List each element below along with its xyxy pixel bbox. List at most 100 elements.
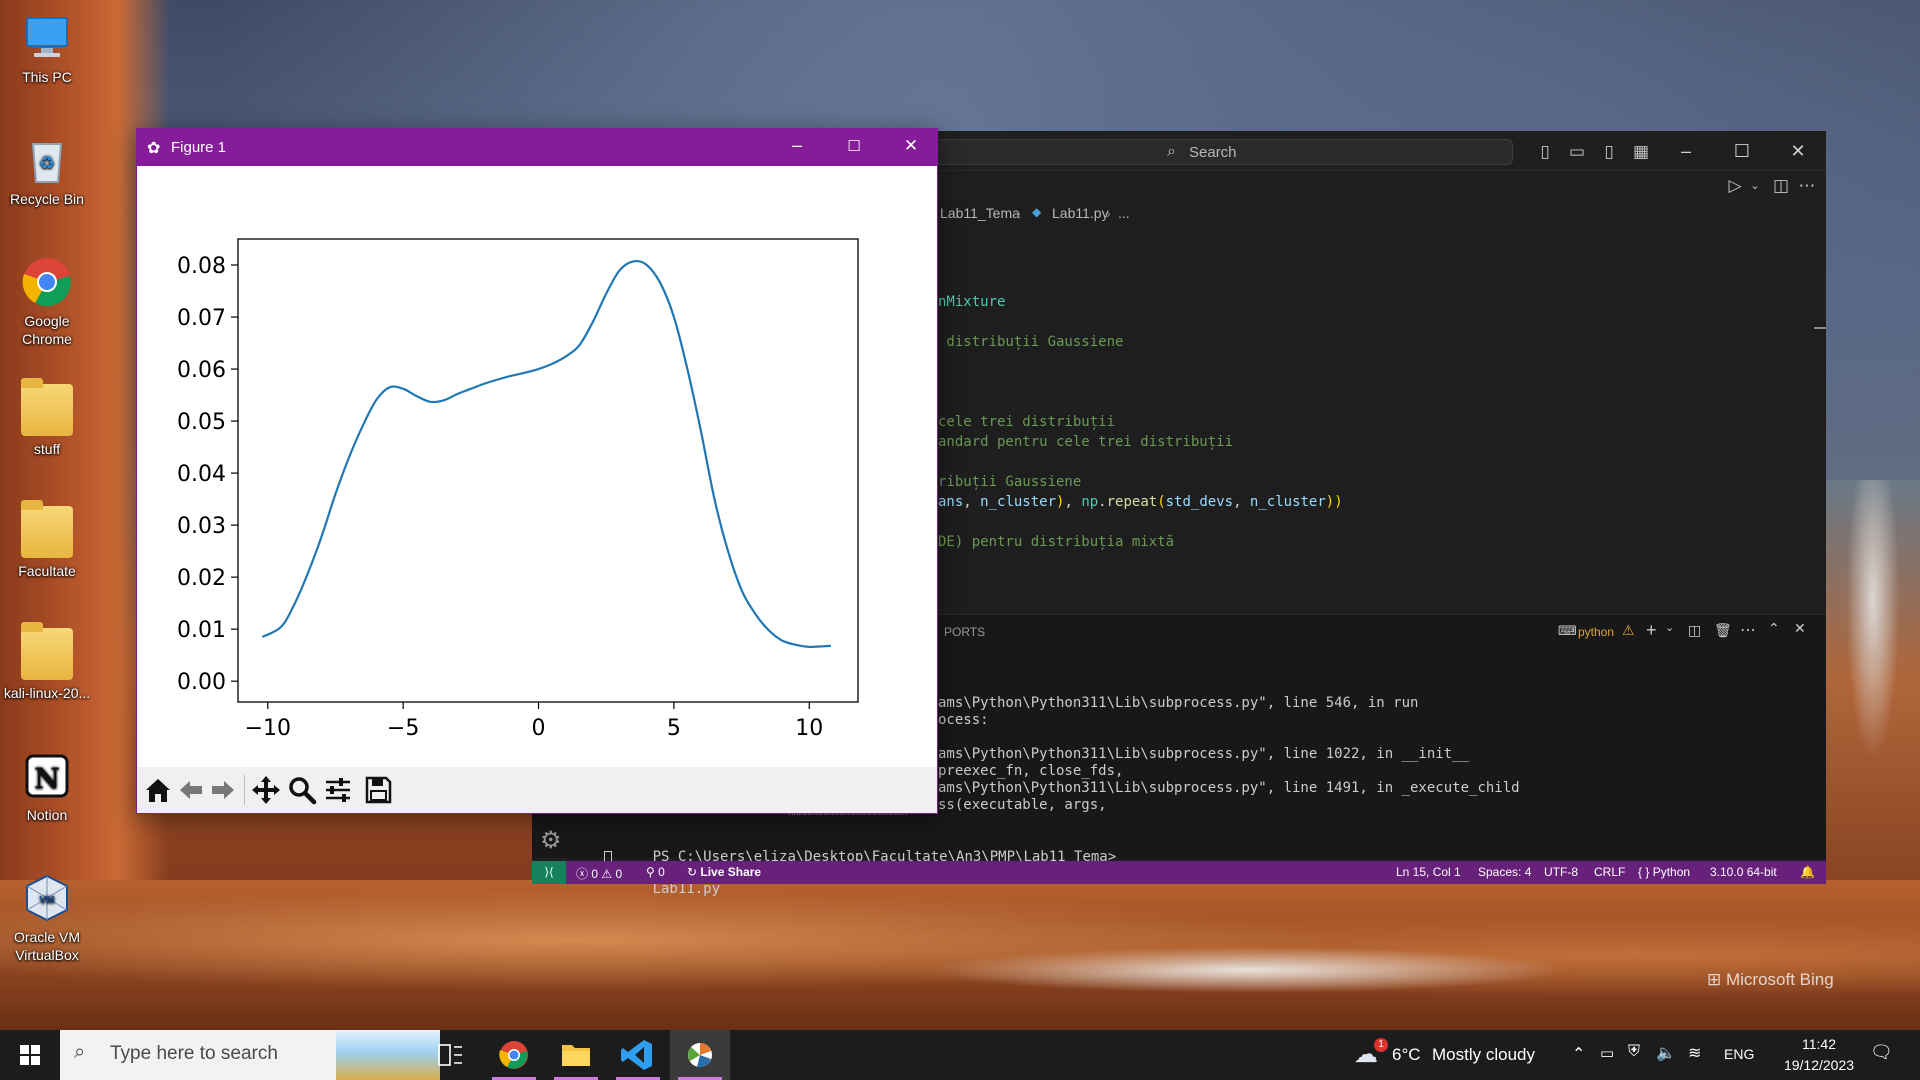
- remote-indicator-icon[interactable]: ⟩⟨: [532, 861, 566, 884]
- axes-frame: [237, 238, 859, 703]
- gear-icon[interactable]: ⚙: [540, 826, 562, 855]
- split-terminal-icon[interactable]: ◫: [1688, 622, 1701, 639]
- code-token: cele trei distribuții: [938, 414, 1116, 430]
- breadcrumb-file[interactable]: Lab11.py: [1052, 205, 1109, 221]
- back-icon[interactable]: [174, 773, 208, 807]
- customize-layout-icon[interactable]: ▦: [1628, 139, 1654, 165]
- home-icon[interactable]: [141, 773, 175, 807]
- terminal-line: ss(executable, args,: [938, 797, 1107, 813]
- y-tick-label: 0.05: [177, 410, 226, 435]
- code-token: ,: [1064, 494, 1082, 510]
- configure-subplots-icon[interactable]: [321, 773, 355, 807]
- taskbar-search-box[interactable]: ⌕ Type here to search: [60, 1030, 440, 1080]
- notifications-icon[interactable]: 🗨: [1870, 1042, 1893, 1063]
- taskbar-chrome[interactable]: [484, 1030, 544, 1080]
- desktop-icon-notion[interactable]: N Notion: [2, 750, 92, 824]
- pan-icon[interactable]: [249, 773, 283, 807]
- desktop-icon-recycle-bin[interactable]: ♻ Recycle Bin: [2, 134, 92, 208]
- chevron-down-icon[interactable]: ⌄: [1742, 173, 1768, 199]
- desktop-icon-stuff[interactable]: stuff: [2, 378, 92, 458]
- live-share-button[interactable]: ↻ Live Share: [687, 865, 761, 879]
- code-line: distribuții Gaussiene: [938, 334, 1123, 354]
- eol-status[interactable]: CRLF: [1594, 865, 1625, 879]
- maximize-icon[interactable]: ☐: [1714, 131, 1770, 171]
- desktop-icon-this-pc[interactable]: This PC: [2, 12, 92, 86]
- weather-widget[interactable]: ☁ 1 6°C Mostly cloudy: [1350, 1030, 1550, 1080]
- zoom-icon[interactable]: [285, 773, 319, 807]
- cursor-position[interactable]: Ln 15, Col 1: [1396, 865, 1461, 879]
- svg-text:VM: VM: [40, 895, 55, 906]
- python-file-icon: ◆: [1032, 205, 1042, 219]
- desktop-icon-facultate[interactable]: Facultate: [2, 500, 92, 580]
- close-icon[interactable]: ✕: [891, 136, 931, 156]
- maximize-panel-icon[interactable]: ⌃: [1768, 620, 1780, 637]
- y-tick-label: 0.03: [177, 514, 226, 539]
- x-axis: −10 −5 0 5 10: [245, 702, 823, 741]
- clock[interactable]: 11:42 19/12/2023: [1776, 1034, 1862, 1076]
- taskbar-vscode[interactable]: [608, 1030, 668, 1080]
- start-button[interactable]: [0, 1030, 60, 1080]
- wallpaper-rock-right: [1826, 480, 1920, 880]
- kde-plot[interactable]: 0.00 0.01 0.02 0.03 0.04 0.05 0.06 0.07 0.08 −10…: [137, 166, 937, 766]
- tab-ports[interactable]: PORTS: [944, 625, 985, 639]
- close-panel-icon[interactable]: ✕: [1794, 620, 1806, 637]
- task-view-icon[interactable]: [420, 1030, 480, 1080]
- status-bar: ⟩⟨ ⓧ 0 ⚠ 0 ⚲ 0 ↻ Live Share Ln 15, Col 1…: [532, 861, 1826, 884]
- python-interpreter[interactable]: 3.10.0 64-bit: [1710, 865, 1777, 879]
- toggle-secondary-sidebar-icon[interactable]: ▯: [1596, 139, 1622, 165]
- desktop-icon-label: Google Chrome: [22, 313, 72, 347]
- x-tick-label: −5: [387, 716, 419, 741]
- breadcrumb-folder[interactable]: Lab11_Tema: [940, 205, 1020, 221]
- taskbar-python-figure[interactable]: [670, 1030, 730, 1080]
- folder-icon: [21, 500, 73, 558]
- trash-icon[interactable]: 🗑: [1714, 622, 1732, 639]
- command-center-search[interactable]: ⌕ Search: [934, 139, 1513, 165]
- toolbar-separator: [244, 775, 245, 805]
- toggle-panel-icon[interactable]: ▭: [1564, 139, 1590, 165]
- wifi-icon[interactable]: ≋: [1688, 1043, 1701, 1063]
- forward-icon[interactable]: [206, 773, 240, 807]
- x-tick-label: 10: [795, 716, 823, 741]
- indentation-status[interactable]: Spaces: 4: [1478, 865, 1531, 879]
- close-icon[interactable]: ✕: [1770, 131, 1826, 171]
- taskbar-file-explorer[interactable]: [546, 1030, 606, 1080]
- y-tick-label: 0.01: [177, 618, 226, 643]
- encoding-status[interactable]: UTF-8: [1544, 865, 1578, 879]
- error-count: 0: [591, 867, 599, 881]
- maximize-icon[interactable]: ☐: [834, 137, 874, 155]
- desktop-icon-label: Facultate: [18, 563, 76, 579]
- breadcrumb-symbol[interactable]: ...: [1118, 205, 1130, 221]
- save-icon[interactable]: [361, 773, 395, 807]
- language-indicator[interactable]: ENG: [1724, 1046, 1754, 1062]
- battery-icon[interactable]: ▭: [1600, 1044, 1614, 1062]
- figure-titlebar[interactable]: ✿ Figure 1 – ☐ ✕: [137, 129, 937, 166]
- figure-window: ✿ Figure 1 – ☐ ✕ 0.00 0.01 0.02 0.03 0.04 0.0…: [136, 128, 938, 814]
- errors-warnings-status[interactable]: ⓧ 0 ⚠ 0: [576, 865, 622, 882]
- recycle-bin-icon: ♻: [21, 134, 73, 186]
- x-tick-label: 0: [532, 716, 546, 741]
- notifications-bell-icon[interactable]: 🔔: [1800, 865, 1815, 879]
- security-shield-icon[interactable]: ⛨: [1628, 1043, 1640, 1061]
- folder-icon: [562, 1045, 590, 1066]
- ports-status[interactable]: ⚲ 0: [646, 865, 665, 879]
- terminal-name[interactable]: python: [1578, 625, 1614, 639]
- desktop-icon-virtualbox[interactable]: VM Oracle VM VirtualBox: [2, 872, 92, 964]
- volume-icon[interactable]: 🔈: [1656, 1043, 1676, 1063]
- chevron-down-icon[interactable]: ⌄: [1665, 621, 1674, 634]
- new-terminal-icon[interactable]: +: [1646, 620, 1657, 641]
- code-token: ,: [1233, 494, 1250, 510]
- code-token: n_cluster: [1249, 494, 1326, 510]
- language-mode[interactable]: { } Python: [1638, 865, 1690, 879]
- minimize-icon[interactable]: –: [777, 135, 817, 156]
- minimize-icon[interactable]: –: [1658, 131, 1714, 171]
- desktop-icon-google-chrome[interactable]: Google Chrome: [2, 256, 92, 348]
- y-tick-label: 0.00: [177, 670, 226, 695]
- more-actions-icon[interactable]: ⋯: [1794, 173, 1820, 199]
- chevron-up-icon[interactable]: ⌃: [1572, 1044, 1585, 1064]
- more-actions-icon[interactable]: ⋯: [1740, 620, 1756, 640]
- live-share-label: Live Share: [700, 865, 762, 879]
- toggle-primary-sidebar-icon[interactable]: ▯: [1532, 139, 1558, 165]
- desktop-icon-kali-linux[interactable]: kali-linux-20...: [2, 622, 92, 702]
- editor-scrollbar-marker[interactable]: [1814, 327, 1826, 329]
- split-editor-icon[interactable]: ◫: [1768, 173, 1794, 199]
